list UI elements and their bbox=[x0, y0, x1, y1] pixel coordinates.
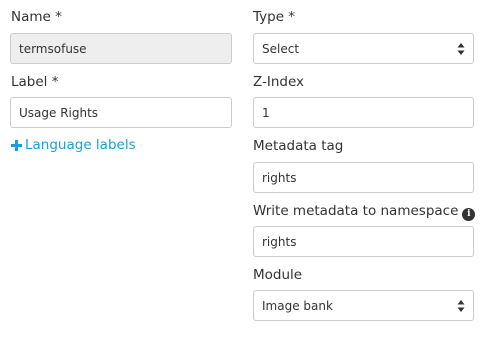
select-arrows-icon bbox=[457, 42, 465, 56]
zindex-field[interactable] bbox=[253, 97, 474, 128]
module-select[interactable]: Image bank bbox=[253, 290, 474, 321]
type-select[interactable]: Select bbox=[253, 33, 474, 64]
info-icon[interactable]: i bbox=[462, 207, 476, 221]
plus-icon bbox=[11, 139, 22, 151]
select-arrows-icon bbox=[457, 299, 465, 313]
write-namespace-label-text: Write metadata to namespace bbox=[253, 203, 459, 219]
write-namespace-field[interactable] bbox=[253, 226, 474, 257]
module-label: Module bbox=[253, 267, 303, 283]
type-selected-value: Select bbox=[262, 41, 300, 56]
label-field[interactable] bbox=[10, 97, 232, 128]
metadata-tag-label: Metadata tag bbox=[253, 138, 344, 154]
name-label: Name * bbox=[11, 9, 62, 25]
metadata-tag-field[interactable] bbox=[253, 162, 474, 193]
write-namespace-label: Write metadata to namespace i bbox=[253, 202, 476, 221]
language-labels-link[interactable]: Language labels bbox=[11, 137, 136, 153]
zindex-label: Z-Index bbox=[253, 74, 305, 90]
module-selected-value: Image bank bbox=[262, 298, 333, 313]
name-field[interactable] bbox=[10, 33, 232, 64]
label-label: Label * bbox=[11, 74, 59, 90]
type-label: Type * bbox=[253, 9, 296, 25]
language-labels-text: Language labels bbox=[25, 137, 136, 153]
